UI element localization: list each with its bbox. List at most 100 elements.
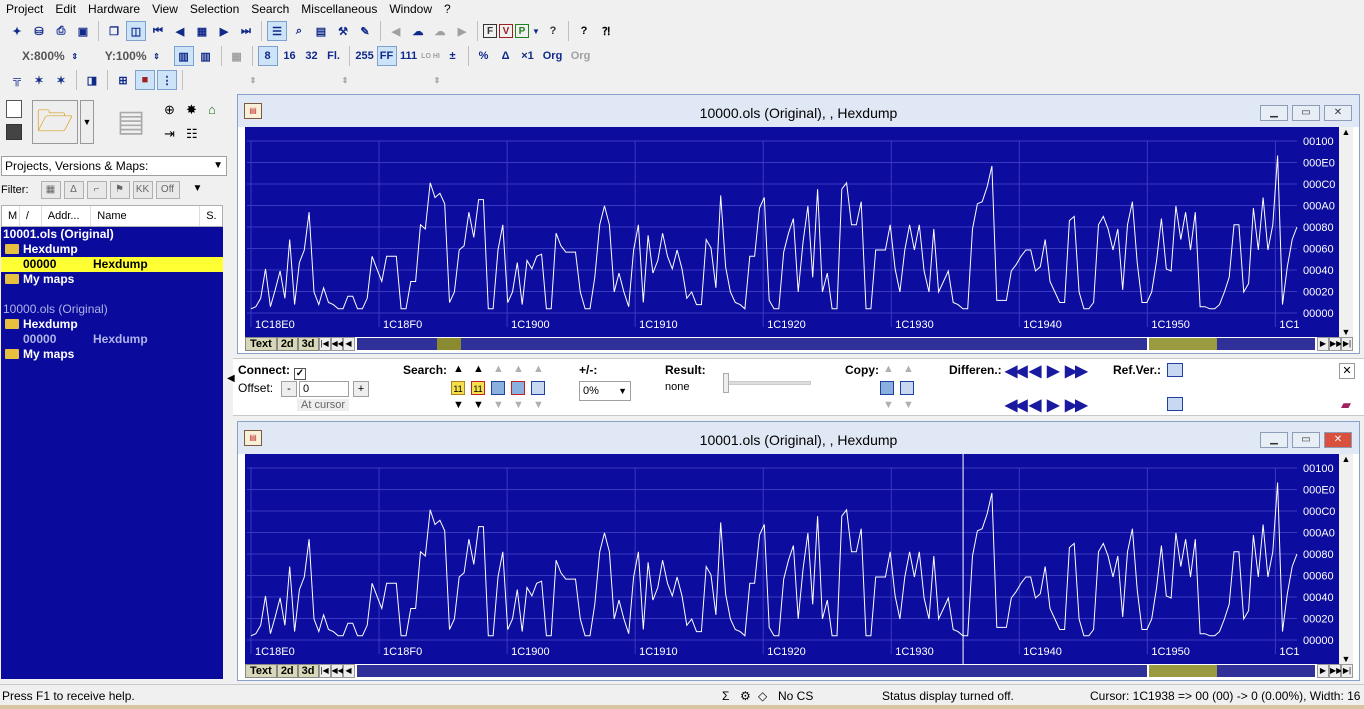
diff-last-icon[interactable]: ▶▶: [1065, 361, 1088, 381]
search-11-b-button[interactable]: 11: [471, 381, 485, 395]
compare-icon[interactable]: ◨: [82, 70, 102, 90]
search-up-b-icon[interactable]: ▲: [473, 363, 484, 375]
next-icon[interactable]: ▶: [214, 21, 234, 41]
col-s[interactable]: S.: [200, 206, 222, 226]
bars-view-icon[interactable]: ▥: [196, 46, 216, 66]
menu-edit[interactable]: Edit: [49, 0, 82, 18]
diff2-first-icon[interactable]: ◀◀: [1005, 395, 1028, 415]
spin-c-icon[interactable]: ⇕: [432, 70, 442, 90]
chip-icon[interactable]: ▣: [73, 21, 93, 41]
menu-hardware[interactable]: Hardware: [82, 0, 146, 18]
first-page-icon[interactable]: |◀: [318, 337, 331, 351]
minimize-button[interactable]: ▁: [1260, 105, 1288, 121]
menu-search[interactable]: Search: [245, 0, 295, 18]
copy-down-a-icon[interactable]: ▼: [883, 399, 894, 411]
scroll-up-icon[interactable]: ▲: [1339, 127, 1353, 137]
last-page-icon[interactable]: ▶|: [1341, 664, 1353, 678]
hexdump-window-10001[interactable]: ▤ 10001.ols (Original), , Hexdump ▁ ▭ ✕ …: [237, 421, 1360, 681]
minimize-button[interactable]: ▁: [1260, 432, 1288, 448]
prev-page-icon[interactable]: ◀◀: [330, 337, 344, 351]
connect-checkbox[interactable]: ✓: [294, 368, 306, 380]
tab-2d[interactable]: 2d: [276, 664, 298, 678]
hardware-icon[interactable]: ⛁: [29, 21, 49, 41]
search-window-b-icon[interactable]: [511, 381, 525, 395]
factor-button[interactable]: ×1: [518, 46, 538, 66]
tab-3d[interactable]: 3d: [297, 337, 319, 351]
prev-page-icon[interactable]: ◀◀: [330, 664, 344, 678]
dec-button[interactable]: 255: [355, 46, 375, 66]
zoom-y-label[interactable]: Y:100%: [105, 49, 147, 63]
tools-icon[interactable]: ✸: [186, 102, 204, 120]
filter-corner-icon[interactable]: ⌐: [86, 181, 107, 199]
refver-a-icon[interactable]: [1167, 363, 1183, 377]
close-button[interactable]: ✕: [1324, 432, 1352, 448]
spin-a-icon[interactable]: ⇕: [248, 70, 258, 90]
width-32-button[interactable]: 32: [302, 46, 322, 66]
tab-2d[interactable]: 2d: [276, 337, 298, 351]
q-button[interactable]: ?: [543, 21, 563, 41]
add-map-icon[interactable]: ⊕: [164, 102, 182, 120]
filter-kk-button[interactable]: KK: [132, 181, 153, 199]
maximize-button[interactable]: ▭: [1292, 105, 1320, 121]
dropdown-icon[interactable]: ▼: [531, 21, 541, 41]
next-page-icon[interactable]: ▶▶: [1329, 664, 1342, 678]
tab-3d[interactable]: 3d: [297, 664, 319, 678]
tree-folder[interactable]: Hexdump: [1, 317, 223, 332]
overview-thumb[interactable]: [1146, 665, 1217, 677]
tree-folder[interactable]: My maps: [1, 347, 223, 362]
window-copy-icon[interactable]: ❐: [104, 21, 124, 41]
overview-thumb[interactable]: [1146, 338, 1217, 350]
menu-project[interactable]: Project: [0, 0, 49, 18]
next-icon[interactable]: ▶: [1317, 337, 1329, 351]
p-button[interactable]: P: [515, 24, 529, 38]
prev-icon[interactable]: ◀: [170, 21, 190, 41]
width-16-button[interactable]: 16: [280, 46, 300, 66]
menu-selection[interactable]: Selection: [184, 0, 245, 18]
filter-delta-icon[interactable]: Δ: [63, 181, 84, 199]
vertical-scrollbar[interactable]: ▲ ▼: [1339, 454, 1353, 664]
result-slider-thumb[interactable]: [723, 373, 729, 393]
overview-scrollbar[interactable]: [356, 665, 1315, 677]
f-button[interactable]: F: [483, 24, 497, 38]
import-icon[interactable]: ▤: [110, 102, 152, 144]
tree-folder[interactable]: Hexdump: [1, 242, 223, 257]
search-up-e-icon[interactable]: ▲: [533, 363, 544, 375]
tool-icon[interactable]: ⚒: [333, 21, 353, 41]
zoom-x-label[interactable]: X:800%: [22, 49, 65, 63]
offset-plus-button[interactable]: +: [353, 381, 369, 397]
scroll-icon[interactable]: ▤: [311, 21, 331, 41]
plusminus-select[interactable]: 0% ▼: [579, 381, 631, 401]
search-down-b-icon[interactable]: ▼: [473, 399, 484, 411]
cloud-down-icon[interactable]: ☁: [408, 21, 428, 41]
bin-button[interactable]: 111: [399, 46, 419, 66]
search-up-a-icon[interactable]: ▲: [453, 363, 464, 375]
diff-next-icon[interactable]: ▶: [1047, 361, 1059, 381]
scroll-down-icon[interactable]: ▼: [1339, 654, 1353, 664]
next-icon[interactable]: ▶: [1317, 664, 1329, 678]
new-icon[interactable]: [6, 100, 22, 118]
tree-view-icon[interactable]: ☰: [267, 21, 287, 41]
first-icon[interactable]: ⏮: [148, 21, 168, 41]
window-split-icon[interactable]: ◫: [126, 21, 146, 41]
col-addr[interactable]: Addr...: [42, 206, 92, 226]
col-name[interactable]: Name: [91, 206, 201, 226]
tree-map-row[interactable]: 00000 Hexdump: [1, 332, 223, 347]
zoom-y-spin-icon[interactable]: ⇕: [152, 46, 162, 66]
col-sort[interactable]: /: [20, 206, 42, 226]
filter-hex-icon[interactable]: ▦: [40, 181, 61, 199]
save-icon[interactable]: [6, 124, 22, 140]
tree-project[interactable]: 10000.ols (Original): [1, 302, 223, 317]
copy-up-a-icon[interactable]: ▲: [883, 363, 894, 375]
tab-text[interactable]: Text: [245, 664, 277, 678]
menu-view[interactable]: View: [146, 0, 184, 18]
prev-icon[interactable]: ◀: [342, 664, 355, 678]
layout-icon[interactable]: ⊞: [113, 70, 133, 90]
search-down-e-icon[interactable]: ▼: [533, 399, 544, 411]
offset-input[interactable]: 0: [299, 381, 349, 397]
wand-a-icon[interactable]: ✶: [29, 70, 49, 90]
menu-miscellaneous[interactable]: Miscellaneous: [295, 0, 383, 18]
search-up-c-icon[interactable]: ▲: [493, 363, 504, 375]
home-icon[interactable]: ⌂: [208, 102, 226, 120]
lohi-button[interactable]: LO HI: [421, 46, 441, 66]
close-button[interactable]: ✕: [1324, 105, 1352, 121]
